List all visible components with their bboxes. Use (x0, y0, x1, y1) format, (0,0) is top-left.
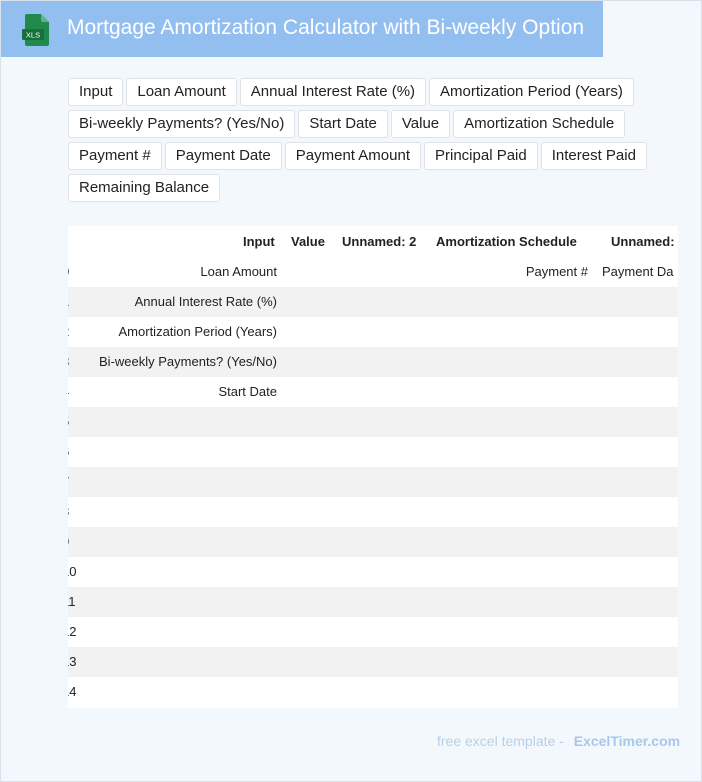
cell-unnamed-4: Payment Da (602, 264, 674, 279)
cell-input: Start Date (218, 384, 277, 399)
row-index: 10 (68, 564, 77, 579)
table-row: 3 Bi-weekly Payments? (Yes/No) (68, 347, 678, 377)
row-index: 2 (68, 324, 69, 339)
row-index: 5 (68, 414, 69, 429)
row-index: 8 (68, 504, 69, 519)
table-row: 14 (68, 677, 678, 707)
table-row: 7 (68, 467, 678, 497)
header-amortization-schedule: Amortization Schedule (436, 234, 577, 249)
table-row: 10 (68, 557, 678, 587)
column-chip[interactable]: Principal Paid (424, 142, 538, 170)
column-chip[interactable]: Bi-weekly Payments? (Yes/No) (68, 110, 296, 138)
row-index: 12 (68, 624, 77, 639)
page-header: XLS Mortgage Amortization Calculator wit… (1, 1, 603, 57)
column-chip[interactable]: Remaining Balance (68, 174, 221, 202)
cell-input: Loan Amount (200, 264, 277, 279)
column-chip[interactable]: Interest Paid (540, 142, 647, 170)
footer: free excel template - ExcelTimer.com (437, 733, 680, 749)
row-index: 6 (68, 444, 69, 459)
cell-input: Annual Interest Rate (%) (134, 294, 277, 309)
footer-text: free excel template - (437, 733, 564, 749)
row-index: 0 (68, 264, 69, 279)
table-row: 4 Start Date (68, 377, 678, 407)
column-chip[interactable]: Input (68, 78, 124, 106)
column-chip[interactable]: Payment Amount (284, 142, 421, 170)
table-row: 8 (68, 497, 678, 527)
table-row: 1 Annual Interest Rate (%) (68, 287, 678, 317)
table-row: 5 (68, 407, 678, 437)
table-row: 13 (68, 647, 678, 677)
row-index: 4 (68, 384, 69, 399)
footer-brand-link[interactable]: ExcelTimer.com (574, 733, 680, 749)
table-row: 11 (68, 587, 678, 617)
column-chip[interactable]: Payment Date (164, 142, 282, 170)
cell-input: Amortization Period (Years) (118, 324, 277, 339)
excel-file-icon: XLS (22, 14, 49, 46)
cell-amortization-schedule: Payment # (525, 264, 588, 279)
header-unnamed-2: Unnamed: 2 (342, 234, 417, 249)
table-row: 6 (68, 437, 678, 467)
column-chip[interactable]: Loan Amount (126, 78, 237, 106)
column-chip[interactable]: Annual Interest Rate (%) (239, 78, 427, 106)
column-chip[interactable]: Value (390, 110, 451, 138)
row-index: 11 (68, 594, 76, 609)
cell-input: Bi-weekly Payments? (Yes/No) (99, 354, 277, 369)
column-chip[interactable]: Payment # (68, 142, 162, 170)
row-index: 13 (68, 654, 77, 669)
table-row: 9 (68, 527, 678, 557)
header-input: Input (243, 234, 275, 249)
table-row: 12 (68, 617, 678, 647)
row-index: 9 (68, 534, 69, 549)
column-chip[interactable]: Start Date (298, 110, 388, 138)
row-index: 3 (68, 354, 69, 369)
page-title: Mortgage Amortization Calculator with Bi… (67, 16, 585, 39)
svg-text:XLS: XLS (26, 31, 40, 40)
row-index: 1 (68, 294, 69, 309)
column-chip[interactable]: Amortization Period (Years) (429, 78, 634, 106)
data-table: Input Value Unnamed: 2 Amortization Sche… (68, 226, 678, 708)
table-header: Input Value Unnamed: 2 Amortization Sche… (68, 226, 678, 258)
table-row: 2 Amortization Period (Years) (68, 317, 678, 347)
column-chip[interactable]: Amortization Schedule (453, 110, 626, 138)
header-unnamed-4: Unnamed: (611, 234, 675, 249)
table-row: 0 Loan Amount Payment # Payment Da (68, 257, 678, 287)
row-index: 14 (68, 684, 77, 699)
row-index: 7 (68, 474, 69, 489)
column-chip-list: Input Loan Amount Annual Interest Rate (%)… (68, 78, 668, 202)
header-value: Value (291, 234, 325, 249)
